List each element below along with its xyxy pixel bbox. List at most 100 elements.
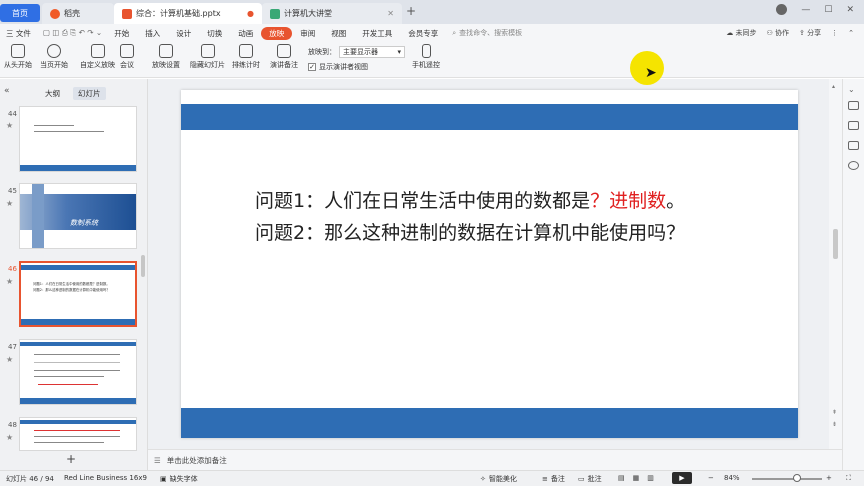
- menu-animation[interactable]: 动画: [230, 24, 261, 42]
- collapse-ribbon-icon[interactable]: ⌃: [848, 29, 854, 37]
- new-tab-button[interactable]: +: [406, 4, 416, 18]
- question-2[interactable]: 问题2：那么这种进制的数据在计算机中能使用吗？: [255, 218, 685, 245]
- property-icon[interactable]: [848, 101, 859, 110]
- more-icon[interactable]: ⋮: [831, 29, 838, 37]
- avatar[interactable]: [776, 4, 788, 15]
- meeting-button[interactable]: 会议: [120, 44, 134, 70]
- zoom-out-button[interactable]: −: [708, 474, 714, 482]
- menu-developer[interactable]: 开发工具: [354, 24, 400, 42]
- close-tab-icon[interactable]: ✕: [387, 9, 394, 18]
- slide-thumbnail-44[interactable]: [19, 106, 137, 172]
- share-button[interactable]: ⇪ 分享: [799, 28, 821, 38]
- phone-remote-button[interactable]: 手机遥控: [412, 44, 440, 70]
- show-on-value: 主要显示器: [343, 48, 378, 56]
- comment-button[interactable]: ▭ 批注: [578, 474, 602, 484]
- canvas-scroll-thumb[interactable]: [833, 229, 838, 259]
- custom-show-button[interactable]: 自定义放映: [80, 44, 115, 70]
- from-start-button[interactable]: 从头开始: [4, 44, 32, 70]
- zoom-slider[interactable]: [752, 478, 822, 480]
- show-on-label: 放映到：: [308, 48, 336, 56]
- adjust-icon[interactable]: [848, 121, 859, 130]
- maximize-button[interactable]: ☐: [824, 5, 832, 15]
- play-slideshow-button[interactable]: ▶: [672, 472, 692, 484]
- slide-thumbnail-47[interactable]: [19, 339, 137, 405]
- show-on-select[interactable]: 主要显示器 ▾: [339, 46, 405, 58]
- menu-slideshow[interactable]: 放映: [261, 26, 293, 40]
- scroll-next-icon[interactable]: ⇟: [832, 421, 837, 428]
- star-icon: ★: [6, 433, 14, 442]
- scroll-prev-icon[interactable]: ⇞: [832, 409, 837, 416]
- show-setup-button[interactable]: 放映设置: [152, 44, 180, 70]
- slide-sorter-icon[interactable]: ▦: [633, 474, 640, 482]
- presenter-view-toggle[interactable]: ✓ 显示演讲者视图: [308, 62, 368, 72]
- search-input[interactable]: ⌕ 查找命令、搜索模板: [452, 28, 522, 38]
- slide-number: 45: [8, 187, 17, 195]
- normal-view-icon[interactable]: ▤: [618, 474, 625, 482]
- menu-review[interactable]: 审阅: [292, 24, 323, 42]
- slide-thumbnail-46[interactable]: 问题1：人们在日常生活中使用的数都是？进制数。 问题2：那么这种进制的数据在计算…: [19, 261, 137, 327]
- menu-view[interactable]: 视图: [323, 24, 354, 42]
- menu-file[interactable]: 三 文件: [0, 24, 39, 42]
- canvas-scrollbar[interactable]: ▴ ⇞ ⇟: [829, 79, 842, 449]
- menu-insert[interactable]: 插入: [137, 24, 168, 42]
- tab-slides[interactable]: 幻灯片: [73, 87, 106, 100]
- smart-beautify-button[interactable]: ✧ 智能美化: [480, 474, 517, 484]
- reading-view-icon[interactable]: ▥: [647, 474, 654, 482]
- thumb-line-2: 问题2：那么这种进制的数据在计算机中能使用吗？: [33, 288, 110, 292]
- slide-number: 46: [8, 265, 17, 273]
- minimize-button[interactable]: —: [801, 5, 810, 15]
- star-icon: ★: [6, 199, 14, 208]
- copy-icon[interactable]: [848, 141, 859, 150]
- notes-expand-icon[interactable]: ☰: [154, 456, 161, 465]
- meeting-icon: [120, 44, 134, 58]
- thumb-line-1: 问题1：人们在日常生活中使用的数都是？进制数。: [33, 282, 110, 286]
- collapse-right-icon[interactable]: ⌄: [848, 85, 855, 94]
- menu-member[interactable]: 会员专享: [400, 24, 446, 42]
- menu-start[interactable]: 开始: [106, 24, 137, 42]
- notes-toggle-button[interactable]: ≡ 备注: [542, 474, 565, 484]
- tab-document-2[interactable]: 计算机大讲堂 ✕: [262, 3, 402, 24]
- save-icon[interactable]: ▢ ◫ ⎙ ⎘ ↶ ↷ ⌄: [39, 24, 106, 42]
- missing-font-button[interactable]: ▣ 缺失字体: [160, 474, 198, 484]
- fit-window-icon[interactable]: ⛶: [846, 474, 851, 483]
- panel-scrollbar[interactable]: [141, 255, 145, 277]
- tab-outline[interactable]: 大纲: [40, 87, 65, 100]
- rehearse-button[interactable]: 排练计时: [232, 44, 260, 70]
- zoom-slider-handle[interactable]: [793, 474, 801, 482]
- menu-transition[interactable]: 切换: [199, 24, 230, 42]
- hide-slide-button[interactable]: 隐藏幻灯片: [190, 44, 225, 70]
- notes-pane[interactable]: ☰ 单击此处添加备注: [148, 449, 842, 470]
- star-icon: ★: [6, 355, 14, 364]
- share-icon: ⇪: [799, 29, 808, 37]
- collab-button[interactable]: ⚇ 协作: [767, 28, 790, 38]
- from-current-button[interactable]: 当页开始: [40, 44, 68, 70]
- mouse-pointer-icon: ➤: [645, 65, 657, 81]
- current-slide[interactable]: 问题1：人们在日常生活中使用的数都是？进制数。 问题2：那么这种进制的数据在计算…: [181, 90, 798, 438]
- from-start-label: 从头开始: [4, 61, 32, 69]
- tab-home[interactable]: 首页: [0, 4, 40, 22]
- collapse-panel-icon[interactable]: «: [4, 86, 10, 96]
- menu-design[interactable]: 设计: [168, 24, 199, 42]
- help-icon[interactable]: [848, 161, 859, 170]
- doc-file-icon: [270, 8, 280, 19]
- panel-tabs: 大纲 幻灯片: [40, 87, 106, 100]
- slide-thumbnail-48[interactable]: [19, 417, 137, 451]
- tab-document[interactable]: 综合：计算机基础.pptx ●: [114, 3, 262, 24]
- phone-remote-label: 手机遥控: [412, 61, 440, 69]
- tab-wps[interactable]: 稻壳: [42, 3, 114, 24]
- sync-button[interactable]: ☁ 未同步: [726, 28, 756, 38]
- tab-document-label: 综合：计算机基础.pptx: [136, 9, 221, 18]
- add-slide-button[interactable]: +: [66, 452, 76, 466]
- zoom-in-button[interactable]: +: [826, 474, 832, 482]
- scroll-up-icon[interactable]: ▴: [832, 83, 835, 90]
- tab-document-2-label: 计算机大讲堂: [284, 9, 332, 18]
- speaker-notes-button[interactable]: 演讲备注: [270, 44, 298, 70]
- right-side-toolbar: ⌄: [842, 79, 864, 470]
- from-current-label: 当页开始: [40, 61, 68, 69]
- zoom-level[interactable]: 84%: [724, 474, 740, 482]
- question-1[interactable]: 问题1：人们在日常生活中使用的数都是？进制数。: [255, 186, 685, 213]
- question-1-text: 问题1：人们在日常生活中使用的数都是: [255, 190, 591, 212]
- close-window-button[interactable]: ✕: [846, 5, 854, 15]
- slide-thumbnail-45[interactable]: 数制系统: [19, 183, 137, 249]
- view-buttons: ▤ ▦ ▥: [618, 474, 654, 482]
